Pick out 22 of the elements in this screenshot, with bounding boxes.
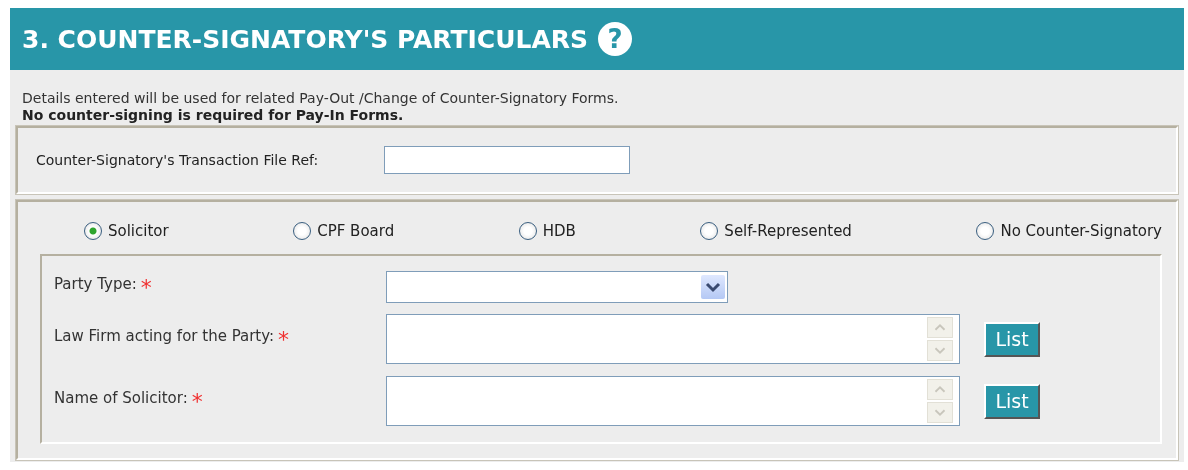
file-ref-label: Counter-Signatory's Transaction File Ref: <box>36 151 320 169</box>
file-ref-field[interactable] <box>384 146 630 174</box>
scroll-up-icon[interactable] <box>927 317 953 338</box>
scroll-down-icon[interactable] <box>927 402 953 423</box>
radio-option[interactable]: No Counter-Signatory <box>976 222 1162 240</box>
radio-option[interactable]: Solicitor <box>84 222 169 240</box>
radio-icon[interactable] <box>700 222 719 240</box>
intro-text: Details entered will be used for related Pay-Out /Change of Counter-Signatory Forms. <box>21 90 620 107</box>
text-area[interactable] <box>386 314 960 364</box>
section-title: 3. COUNTER-SIGNATORY'S PARTICULARS <box>22 24 589 54</box>
radio-option[interactable]: CPF Board <box>293 222 395 240</box>
radio-option[interactable]: HDB <box>518 222 576 240</box>
chevron-down-icon[interactable] <box>701 275 725 299</box>
radio-icon[interactable] <box>84 222 102 240</box>
radio-icon[interactable] <box>976 222 995 240</box>
text-area[interactable] <box>386 376 960 426</box>
radio-icon[interactable] <box>293 222 312 240</box>
scroll-down-icon[interactable] <box>927 340 953 361</box>
scroll-up-icon[interactable] <box>927 379 953 400</box>
radio-icon[interactable] <box>518 222 537 240</box>
intro-note: No counter-signing is required for Pay-In Forms. <box>21 107 405 124</box>
radio-option[interactable]: Self-Represented <box>700 222 852 240</box>
